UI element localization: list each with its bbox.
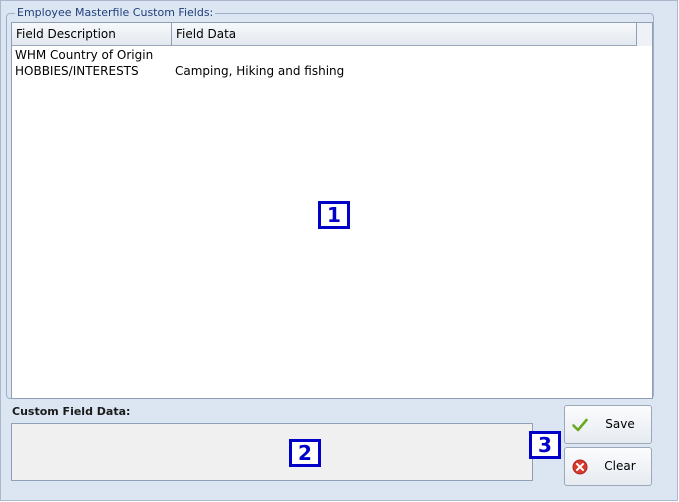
clear-button-label: Clear xyxy=(604,459,636,473)
custom-field-data-input[interactable] xyxy=(11,423,533,481)
save-button-label: Save xyxy=(605,417,635,431)
clear-x-icon xyxy=(572,459,588,475)
cell-field-data: Camping, Hiking and fishing xyxy=(175,64,345,78)
annotation-badge-3: 3 xyxy=(529,431,561,459)
cell-field-description: WHM Country of Origin xyxy=(15,48,154,62)
checkmark-icon xyxy=(572,418,588,432)
column-header-field-description[interactable]: Field Description xyxy=(12,23,172,46)
grid-header-filler xyxy=(637,23,652,46)
cell-field-data xyxy=(175,47,635,63)
annotation-badge-1: 1 xyxy=(318,201,350,229)
cell-field-description: HOBBIES/INTERESTS xyxy=(15,64,139,78)
save-button[interactable]: Save xyxy=(564,405,652,444)
table-row[interactable]: HOBBIES/INTERESTS Camping, Hiking and fi… xyxy=(12,63,637,79)
custom-fields-panel: Employee Masterfile Custom Fields: Field… xyxy=(0,0,678,501)
table-row[interactable]: WHM Country of Origin xyxy=(12,47,637,63)
grid-header: Field Description Field Data xyxy=(12,23,637,46)
groupbox-title: Employee Masterfile Custom Fields: xyxy=(15,6,216,19)
custom-field-data-label: Custom Field Data: xyxy=(12,405,131,418)
annotation-badge-2: 2 xyxy=(289,439,321,467)
column-header-field-data[interactable]: Field Data xyxy=(172,23,637,46)
clear-button[interactable]: Clear xyxy=(564,447,652,486)
